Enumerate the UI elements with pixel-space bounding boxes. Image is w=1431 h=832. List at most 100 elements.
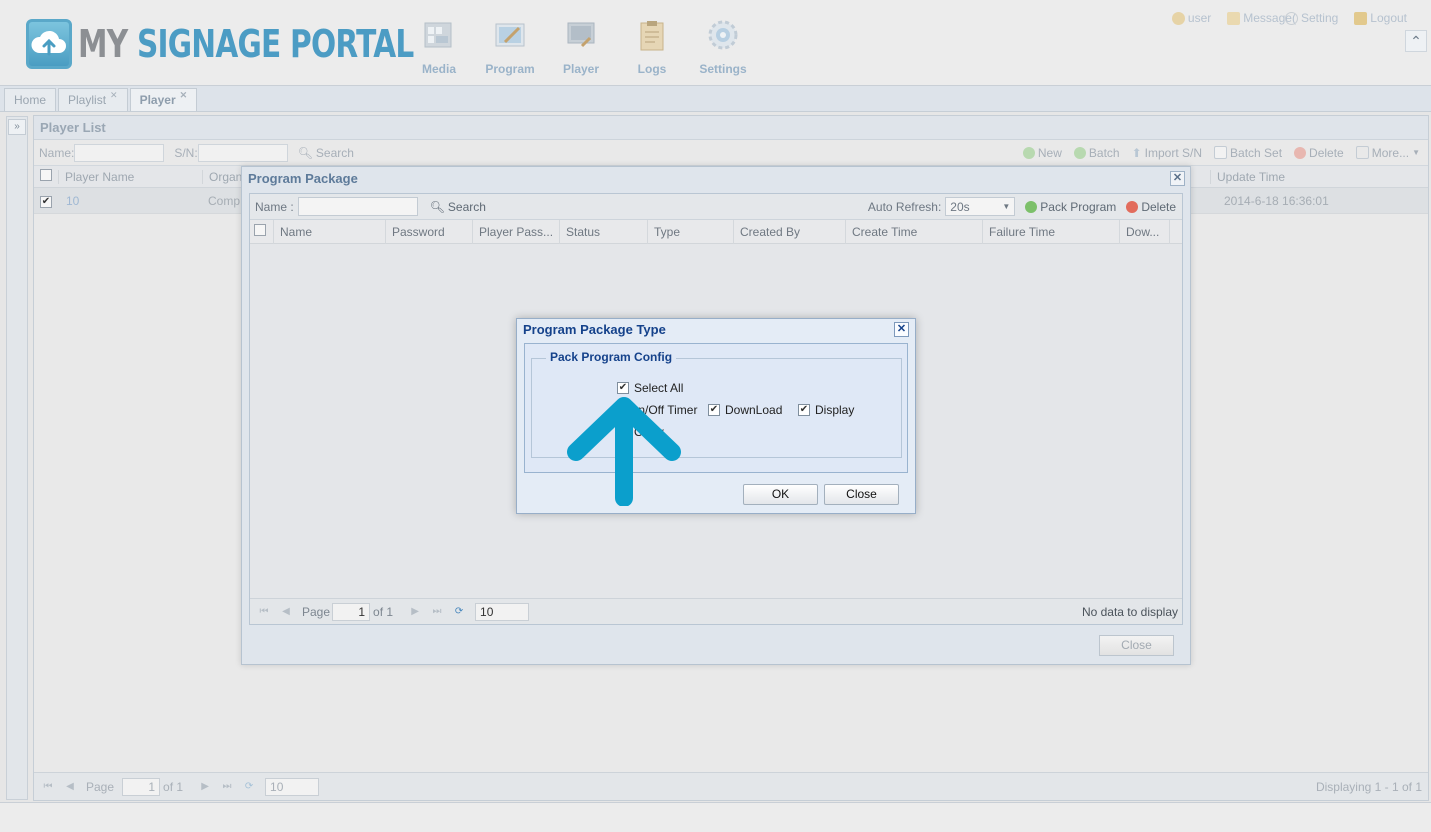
other-option[interactable]: ✔ Other	[617, 425, 664, 439]
tab-playlist[interactable]: Playlist ✕	[58, 88, 128, 111]
tab-player[interactable]: Player ✕	[129, 88, 198, 111]
tab-close-icon[interactable]: ✕	[110, 90, 118, 101]
select-all-checkbox[interactable]: ✔	[617, 382, 629, 394]
new-button[interactable]: New	[1022, 146, 1062, 160]
pack-program-label: Pack Program	[1040, 199, 1117, 214]
nav-media-label: Media	[421, 62, 456, 76]
download-option[interactable]: ✔ DownLoad	[708, 403, 782, 417]
nav-settings[interactable]: Settings	[688, 14, 758, 76]
col-update-time[interactable]: Update Time	[1210, 169, 1416, 184]
last-page-icon[interactable]: ⏭	[221, 781, 233, 793]
package-page-label: Page	[302, 604, 331, 619]
tab-player-label: Player	[139, 93, 176, 107]
ok-button[interactable]: OK	[743, 484, 818, 505]
delete-player-button[interactable]: Delete	[1294, 146, 1344, 160]
more-button[interactable]: More... ▼	[1355, 145, 1420, 160]
nav-program-label: Program	[485, 62, 535, 76]
auto-refresh-select[interactable]: 20s ▼	[945, 197, 1016, 216]
col-type[interactable]: Type	[648, 219, 734, 244]
west-panel-collapsed: »	[6, 116, 28, 800]
next-page-icon[interactable]: ▶	[199, 781, 211, 793]
import-sn-button[interactable]: ⬆ Import S/N	[1132, 146, 1202, 160]
col-download[interactable]: Dow...	[1120, 219, 1170, 244]
col-failure-time[interactable]: Failure Time	[983, 219, 1120, 244]
expand-panel-button[interactable]: »	[8, 119, 26, 135]
tab-home[interactable]: Home	[4, 88, 57, 111]
prev-page-icon[interactable]: ◀	[280, 606, 292, 618]
name-filter-input[interactable]	[74, 143, 165, 162]
nav-program[interactable]: Program	[475, 14, 545, 76]
batch-button[interactable]: Batch	[1073, 146, 1120, 160]
col-created-by[interactable]: Created By	[734, 219, 846, 244]
package-search-button[interactable]: 🔍︎ Search	[430, 200, 486, 214]
col-player-password[interactable]: Player Pass...	[473, 219, 560, 244]
auto-refresh-label: Auto Refresh:	[867, 199, 942, 214]
col-name[interactable]: Name	[274, 219, 386, 244]
select-all-players-checkbox[interactable]	[40, 169, 52, 181]
remove-icon	[1126, 200, 1139, 213]
page-number-input[interactable]: 1	[122, 777, 161, 796]
display-checkbox[interactable]: ✔	[798, 404, 810, 416]
batch-set-label: Batch Set	[1230, 145, 1283, 160]
refresh-icon[interactable]: ⟳	[453, 606, 465, 618]
select-all-label: Select All	[634, 381, 684, 395]
pack-program-button[interactable]: Pack Program	[1025, 200, 1116, 214]
package-name-input[interactable]	[297, 197, 418, 216]
auto-refresh-value: 20s	[950, 199, 970, 214]
program-package-pager: ⏮ ◀ Page 1 of 1 ▶ ⏭ ⟳ 10 No data to disp…	[250, 598, 1182, 624]
tab-playlist-label: Playlist	[68, 93, 107, 107]
user-bar: user Message(Setting Logout	[1171, 11, 1407, 25]
more-label: More...	[1371, 145, 1410, 160]
row-player-name[interactable]: 10	[58, 194, 202, 208]
user-link[interactable]: user	[1171, 11, 1211, 25]
display-option[interactable]: ✔ Display	[798, 403, 854, 417]
close-button[interactable]: Close	[824, 484, 899, 505]
close-icon[interactable]: ✕	[1170, 171, 1185, 186]
col-create-time[interactable]: Create Time	[846, 219, 983, 244]
collapse-header-button[interactable]: ⌃	[1405, 30, 1427, 52]
tab-close-icon[interactable]: ✕	[180, 90, 188, 101]
onoff-timer-option[interactable]: ✔ On/Off Timer	[617, 403, 697, 417]
onoff-timer-checkbox[interactable]: ✔	[617, 404, 629, 416]
program-package-title-text: Program Package	[248, 171, 358, 186]
close-icon[interactable]: ✕	[894, 322, 909, 337]
nav-player[interactable]: Player	[546, 14, 616, 76]
first-page-icon[interactable]: ⏮	[258, 606, 270, 618]
prev-page-icon[interactable]: ◀	[64, 781, 76, 793]
package-page-input[interactable]: 1	[332, 602, 371, 621]
download-checkbox[interactable]: ✔	[708, 404, 720, 416]
row-checkbox[interactable]: ✔	[40, 196, 52, 208]
other-checkbox[interactable]: ✔	[617, 426, 629, 438]
search-icon: 🔍︎	[429, 199, 445, 214]
row-update-time: 2014-6-18 16:36:01	[1224, 193, 1329, 208]
col-status[interactable]: Status	[560, 219, 648, 244]
col-player-name[interactable]: Player Name	[58, 169, 202, 184]
logout-link[interactable]: Logout	[1354, 11, 1407, 25]
nav-logs[interactable]: Logs	[617, 14, 687, 76]
select-all-packages-checkbox[interactable]	[254, 223, 266, 236]
download-label: DownLoad	[725, 403, 783, 417]
chevron-down-icon: ▼	[1002, 202, 1011, 211]
message-link[interactable]: Message(Setting	[1227, 11, 1338, 25]
package-type-title: Program Package Type ✕	[517, 319, 915, 341]
search-icon: 🔍︎	[297, 145, 313, 160]
last-page-icon[interactable]: ⏭	[431, 606, 443, 618]
package-close-button[interactable]: Close	[1099, 635, 1174, 656]
sn-filter-input[interactable]	[197, 143, 288, 162]
select-all-option[interactable]: ✔ Select All	[617, 381, 683, 395]
player-list-title: Player List	[34, 116, 1428, 140]
package-page-size-select[interactable]: 10	[475, 602, 530, 621]
player-search-button[interactable]: 🔍︎ Search	[298, 146, 354, 160]
refresh-icon[interactable]: ⟳	[243, 781, 255, 793]
first-page-icon[interactable]: ⏮	[42, 781, 54, 793]
nav-media[interactable]: Media	[404, 14, 474, 76]
page-size-select[interactable]: 10	[265, 777, 320, 796]
col-organ[interactable]: Organ	[202, 169, 242, 184]
col-password[interactable]: Password	[386, 219, 473, 244]
batch-set-button[interactable]: Batch Set	[1214, 146, 1282, 160]
next-page-icon[interactable]: ▶	[409, 606, 421, 618]
status-bar	[0, 802, 1431, 832]
tab-home-label: Home	[14, 93, 47, 107]
user-icon	[1171, 11, 1185, 25]
delete-package-button[interactable]: Delete	[1126, 200, 1176, 214]
